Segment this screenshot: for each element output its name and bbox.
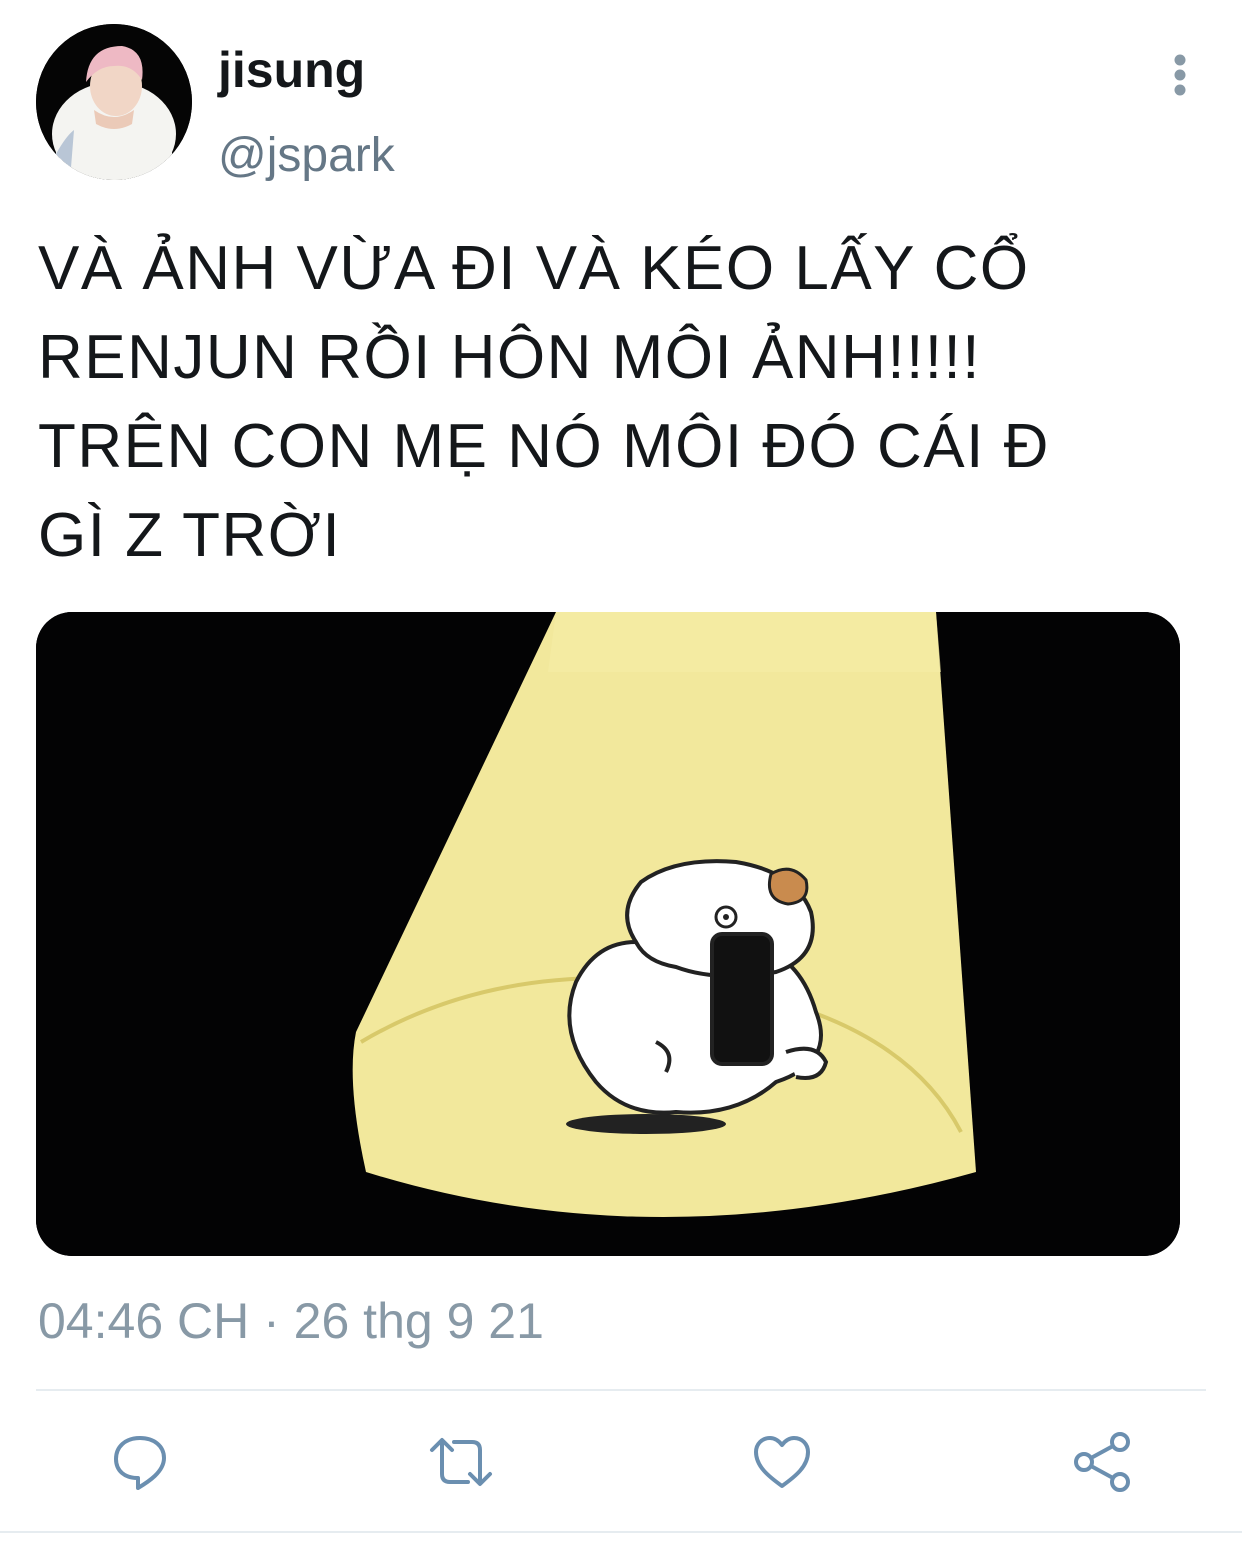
retweet-icon	[430, 1438, 492, 1486]
reply-button[interactable]	[108, 1430, 172, 1494]
avatar-image	[36, 24, 192, 180]
spotlight-hamster-illustration	[36, 612, 1180, 1256]
share-icon	[1074, 1432, 1130, 1492]
share-button[interactable]	[1070, 1430, 1134, 1494]
tweet-timestamp: 04:46 CH · 26 thg 9 21	[38, 1293, 544, 1349]
speech-bubble-icon	[114, 1436, 166, 1490]
display-name[interactable]: jisung	[218, 40, 365, 100]
heart-icon	[754, 1436, 810, 1488]
tweet-text: VÀ ẢNH VỪA ĐI VÀ KÉO LẤY CỔ RENJUN RỒI H…	[38, 234, 1050, 570]
like-button[interactable]	[750, 1430, 814, 1494]
more-vertical-icon	[1174, 54, 1186, 96]
avatar[interactable]	[36, 24, 192, 180]
more-options-button[interactable]	[1160, 52, 1200, 98]
tweet-media-image[interactable]	[36, 612, 1180, 1256]
user-handle[interactable]: @jspark	[218, 126, 395, 186]
divider	[36, 1389, 1206, 1391]
divider-bottom	[0, 1531, 1242, 1533]
retweet-button[interactable]	[426, 1430, 496, 1494]
